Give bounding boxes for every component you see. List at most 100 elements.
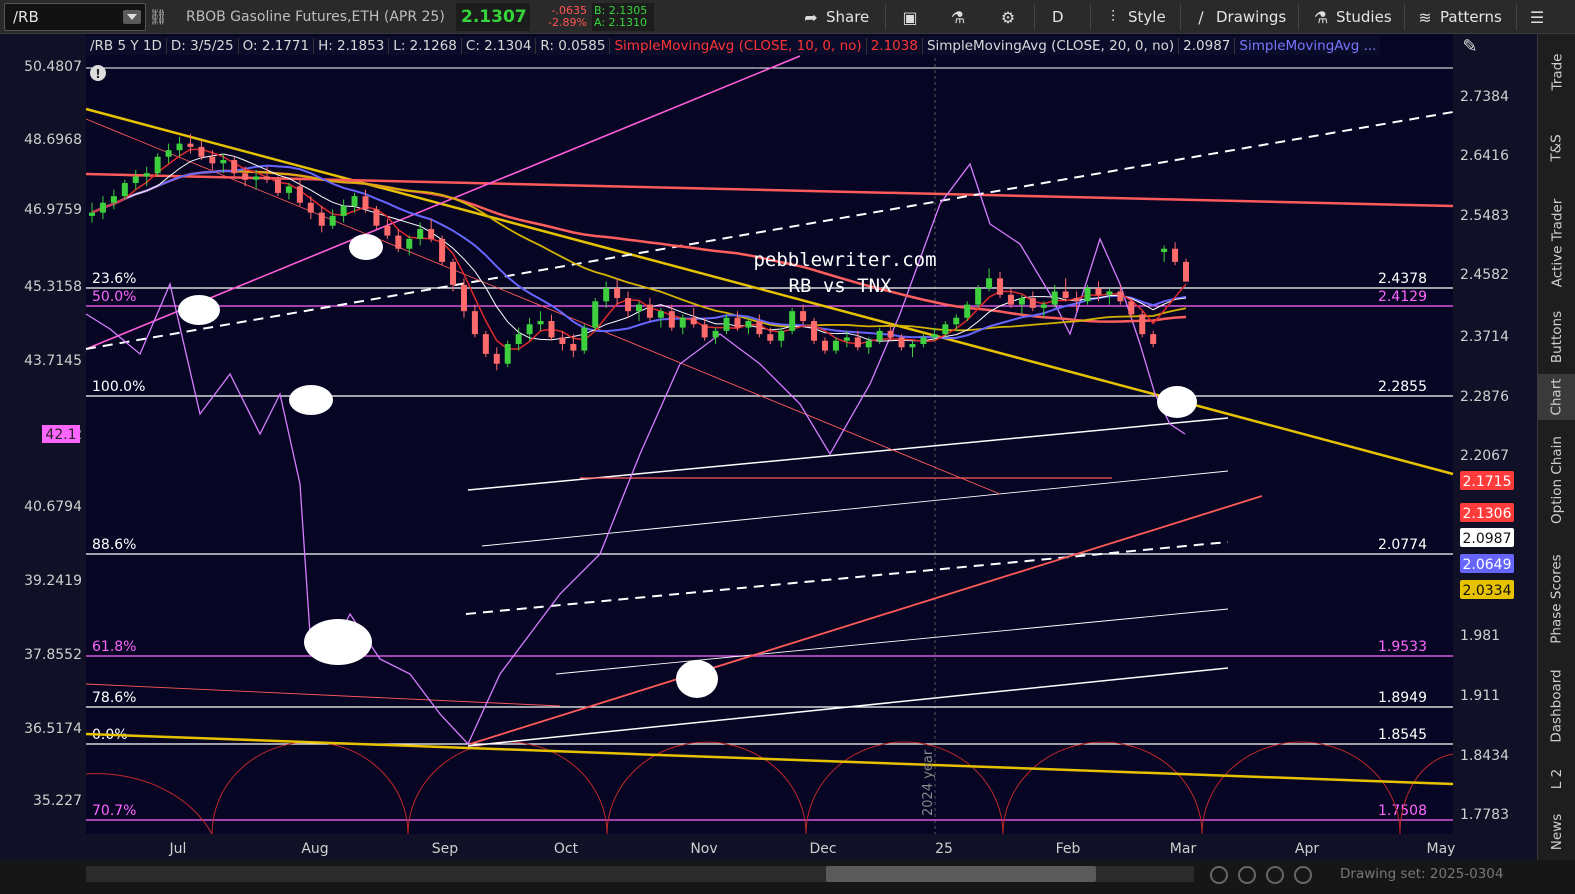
grid-layer xyxy=(0,34,1537,860)
candle-body xyxy=(89,212,95,216)
zoom-fit-icon[interactable] xyxy=(1266,866,1284,884)
side-tab-phase-scores[interactable]: Phase Scores xyxy=(1538,540,1575,658)
candle-body xyxy=(274,179,281,193)
candle-body xyxy=(220,160,227,164)
candle-body xyxy=(99,202,106,213)
hamburger-icon: ☰ xyxy=(1529,7,1545,27)
left-axis-tick: 39.2419 xyxy=(24,573,82,589)
candle-body xyxy=(209,156,216,164)
candle-body xyxy=(865,340,872,348)
trendlines xyxy=(85,55,1454,786)
chart-toolbar: /RB ⛓ RBOB Gasoline Futures,ETH (APR 25)… xyxy=(0,0,1575,34)
candle-body xyxy=(1106,291,1113,295)
candle-body xyxy=(395,235,402,249)
candle-body xyxy=(1139,314,1146,335)
symbol-input[interactable]: /RB xyxy=(4,3,146,31)
fib-value-label: 1.8545 xyxy=(1378,727,1427,743)
price-marker-label: 2.0334 xyxy=(1463,583,1512,599)
highlight-ellipse xyxy=(349,234,383,260)
price-marker-label: 2.1715 xyxy=(1463,474,1512,490)
candle-body xyxy=(428,229,435,239)
pencil-icon: ∕ xyxy=(1198,7,1204,27)
side-tab-label: Active Trader xyxy=(1549,198,1565,288)
candle-body xyxy=(581,327,588,351)
side-tab-option-chain[interactable]: Option Chain xyxy=(1538,420,1575,540)
sma20-label[interactable]: SimpleMovingAvg (CLOSE, 20, 0, no) xyxy=(923,37,1180,54)
side-tab-chart[interactable]: Chart xyxy=(1538,374,1575,420)
candle-body xyxy=(614,288,621,299)
menu-button[interactable]: ☰ xyxy=(1522,3,1552,31)
info-icon-glyph: ! xyxy=(95,67,100,81)
info-date: D: 3/5/25 xyxy=(167,37,239,54)
candle-body xyxy=(526,324,533,335)
side-tab-l-2[interactable]: L 2 xyxy=(1538,754,1575,804)
side-tab-active-trader[interactable]: Active Trader xyxy=(1538,186,1575,300)
channel-low-line xyxy=(555,608,1229,675)
candle-body xyxy=(964,304,971,318)
right-axis-tick: 2.2067 xyxy=(1460,448,1509,464)
candle-body xyxy=(198,146,205,157)
left-axis-tick: 46.9759 xyxy=(24,202,82,218)
candle-body xyxy=(745,321,752,328)
candle-body xyxy=(264,176,271,180)
candle-body xyxy=(1062,291,1069,299)
period-button[interactable]: D xyxy=(1046,3,1070,31)
sma-more-label[interactable]: SimpleMovingAvg ... xyxy=(1235,38,1380,54)
patterns-button[interactable]: ≋ Patterns xyxy=(1410,3,1508,31)
candle-body xyxy=(986,278,993,289)
candle-body xyxy=(482,334,489,354)
candle-body xyxy=(329,215,336,226)
bid-ask: B: 2.1305 A: 2.1310 xyxy=(592,3,654,31)
candle-body xyxy=(723,317,730,331)
side-tab-dashboard[interactable]: Dashboard xyxy=(1538,658,1575,754)
cycle-arc xyxy=(1399,753,1454,835)
zoom-in-icon[interactable] xyxy=(1238,866,1256,884)
candle-body xyxy=(1117,291,1124,302)
link-icon[interactable]: ⛓ xyxy=(148,3,167,31)
zoom-reset-icon[interactable] xyxy=(1294,866,1312,884)
candle-body xyxy=(439,238,446,262)
side-tab-t-s[interactable]: T&S xyxy=(1538,110,1575,186)
scrollbar-thumb[interactable] xyxy=(826,866,1096,882)
settings-button[interactable]: ⚙ xyxy=(993,3,1023,31)
info-range: R: 0.0585 xyxy=(536,37,611,54)
sma10-label[interactable]: SimpleMovingAvg (CLOSE, 10, 0, no) xyxy=(610,37,867,54)
fib-percent-label: 100.0% xyxy=(92,379,145,395)
zoom-out-icon[interactable] xyxy=(1210,866,1228,884)
image-button[interactable]: ▣ xyxy=(895,3,925,31)
candle-body xyxy=(701,324,708,338)
right-axis-tick: 1.911 xyxy=(1460,688,1500,704)
side-tab-label: Option Chain xyxy=(1549,436,1566,524)
candle-body xyxy=(767,334,774,341)
candle-body xyxy=(690,317,697,325)
side-tab-buttons[interactable]: Buttons xyxy=(1538,300,1575,374)
share-button[interactable]: ➦ Share xyxy=(796,3,875,31)
price-chart[interactable]: 23.6% 2.4378 50.0% 2.4129 100.0% 2.2855 88.6% 2… xyxy=(0,34,1537,860)
studies-button[interactable]: ⚗ Studies xyxy=(1306,3,1398,31)
flask-icon: ⚗ xyxy=(950,7,966,27)
fib-value-label: 1.9533 xyxy=(1378,639,1427,655)
symbol-dropdown-icon[interactable] xyxy=(123,10,141,24)
chart-canvas[interactable]: 23.6% 2.4378 50.0% 2.4129 100.0% 2.2855 88.6% 2… xyxy=(0,34,1537,860)
candle-body xyxy=(1161,248,1168,253)
side-tab-news[interactable]: News xyxy=(1538,804,1575,860)
candle-body xyxy=(373,209,380,226)
candle-body xyxy=(679,317,686,328)
side-tab-trade[interactable]: Trade xyxy=(1538,34,1575,110)
candle-body xyxy=(1084,288,1091,302)
x-axis-tick: Oct xyxy=(554,841,579,857)
right-axis-tick: 2.7384 xyxy=(1460,89,1509,105)
candle-body xyxy=(712,330,719,338)
style-label: Style xyxy=(1128,8,1166,26)
time-scrollbar[interactable] xyxy=(86,866,1194,882)
side-tab-label: News xyxy=(1548,813,1565,851)
candle-body xyxy=(898,337,905,348)
candle-body xyxy=(778,330,785,341)
candle-body xyxy=(176,143,183,151)
candle-body xyxy=(154,156,161,174)
drawings-button[interactable]: ∕ Drawings xyxy=(1186,3,1292,31)
highlight-ellipse xyxy=(304,619,372,665)
flask-button[interactable]: ⚗ xyxy=(943,3,973,31)
candle-body xyxy=(296,186,303,203)
style-button[interactable]: ⫶ Style xyxy=(1098,3,1172,31)
